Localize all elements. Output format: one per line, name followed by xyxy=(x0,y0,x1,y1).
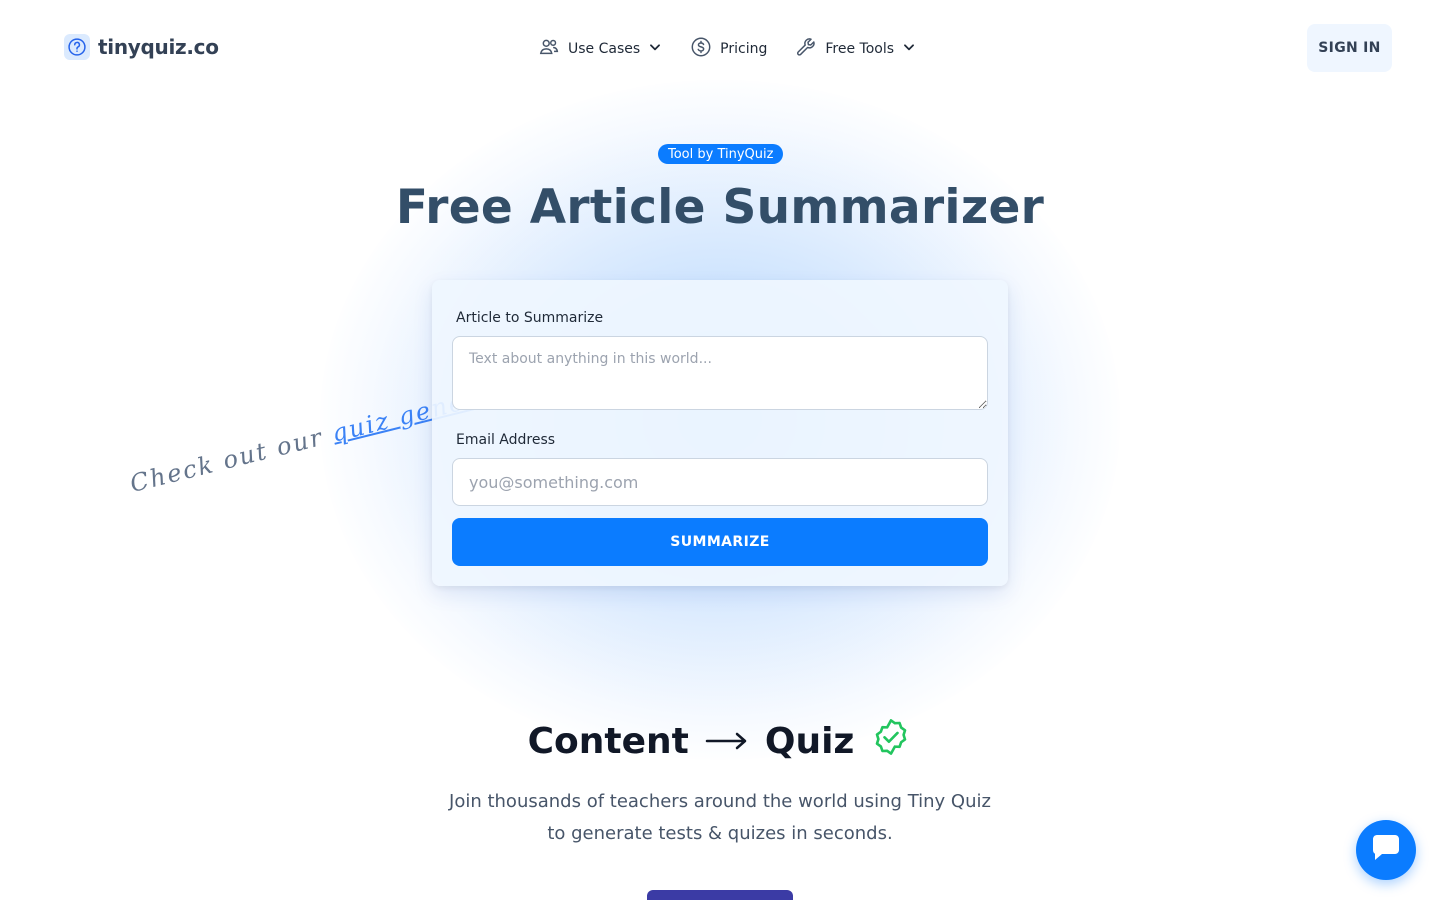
nav-pricing[interactable]: Pricing xyxy=(690,36,767,62)
article-textarea[interactable] xyxy=(452,336,988,410)
content-to-quiz-heading: Content Quiz xyxy=(0,716,1440,767)
nav-free-tools[interactable]: Free Tools xyxy=(795,36,916,62)
logo-link[interactable]: tinyquiz.co xyxy=(64,34,219,60)
cta-button[interactable] xyxy=(647,890,793,900)
sign-in-button[interactable]: SIGN IN xyxy=(1307,24,1392,72)
nav-label: Free Tools xyxy=(825,41,895,57)
article-label: Article to Summarize xyxy=(456,310,604,326)
email-input[interactable] xyxy=(452,458,988,506)
promo-prefix: Check out our xyxy=(127,420,336,498)
summarizer-form: Article to Summarize Email Address SUMMA… xyxy=(432,280,1008,586)
question-circle-icon xyxy=(64,34,90,60)
wrench-icon xyxy=(795,36,817,62)
nav-use-cases[interactable]: Use Cases xyxy=(538,36,662,62)
badge-check-icon xyxy=(870,716,912,767)
quiz-word: Quiz xyxy=(764,721,855,762)
top-header: tinyquiz.co Use Cases Pricing Free Tools… xyxy=(0,0,1440,96)
chevron-down-icon xyxy=(648,40,662,58)
email-label: Email Address xyxy=(456,432,556,448)
nav-label: Pricing xyxy=(720,41,768,57)
tool-badge: Tool by TinyQuiz xyxy=(658,144,784,164)
main-nav: Use Cases Pricing Free Tools xyxy=(538,36,916,62)
chat-bubble-icon xyxy=(1370,833,1402,867)
nav-label: Use Cases xyxy=(568,41,641,57)
arrow-right-icon xyxy=(705,721,749,762)
logo-text: tinyquiz.co xyxy=(98,35,219,59)
users-icon xyxy=(538,36,560,62)
chat-launcher-button[interactable] xyxy=(1356,820,1416,880)
content-word: Content xyxy=(527,721,689,762)
section-subtitle: Join thousands of teachers around the wo… xyxy=(449,791,991,844)
page-title: Free Article Summarizer xyxy=(395,180,1045,235)
summarize-button[interactable]: SUMMARIZE xyxy=(452,518,988,566)
dollar-circle-icon xyxy=(690,36,712,62)
chevron-down-icon xyxy=(902,40,916,58)
